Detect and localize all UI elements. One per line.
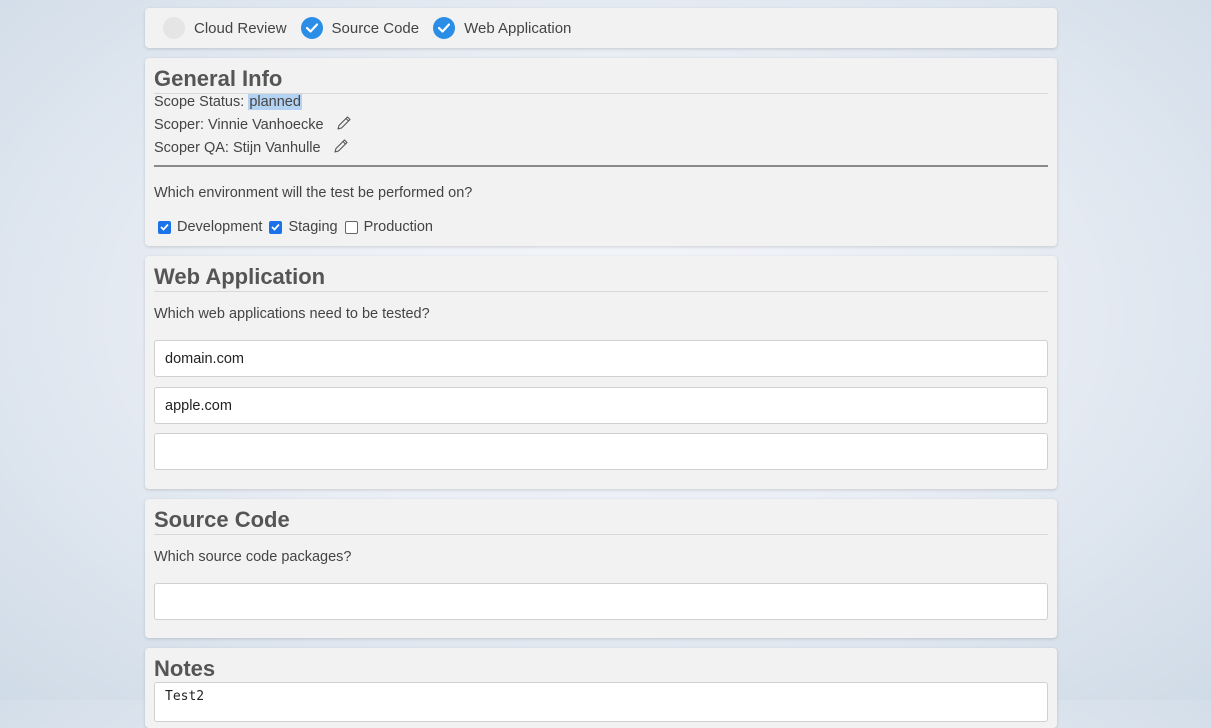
tab-label: Web Application [464,19,572,37]
notes-textarea[interactable]: Test2 [154,682,1048,722]
divider [154,165,1048,167]
tab-label: Source Code [331,19,420,37]
tab-cloud-review[interactable]: Cloud Review [163,17,287,39]
edit-pencil-icon[interactable] [333,138,349,158]
section-title-general-info: General Info [154,66,1048,94]
scope-status-label: Scope Status: [154,94,249,110]
checkbox-unchecked-icon [344,220,358,234]
checkbox-label: Development [177,219,263,235]
web-application-card: Web Application Which web applications n… [145,256,1057,489]
scoper-qa-name: Scoper QA: Stijn Vanhulle [154,139,321,156]
section-title-source-code: Source Code [154,507,1048,535]
scoper-row: Scoper: Vinnie Vanhoecke [154,115,352,135]
webapp-question: Which web applications need to be tested… [154,306,430,322]
tab-web-application[interactable]: Web Application [433,17,571,39]
checkbox-staging[interactable]: Staging [269,219,338,235]
source-package-input[interactable] [154,583,1048,620]
checkbox-checked-icon [269,220,283,234]
check-circle-icon [433,17,456,39]
source-code-card: Source Code Which source code packages? [145,499,1057,638]
scope-status-value: planned [248,94,302,110]
step-tabs: Cloud Review Source Code Web Application [145,8,1057,48]
checkbox-development[interactable]: Development [158,219,262,235]
section-title-notes: Notes [154,656,216,681]
section-title-web-application: Web Application [154,264,1048,292]
scoper-name: Scoper: Vinnie Vanhoecke [154,116,324,133]
environment-question: Which environment will the test be perfo… [154,185,473,201]
webapp-url-input[interactable] [154,340,1048,377]
edit-pencil-icon[interactable] [336,115,352,135]
tab-label: Cloud Review [194,19,287,37]
check-circle-icon [300,17,323,39]
tab-source-code[interactable]: Source Code [300,17,420,39]
checkbox-label: Production [363,219,433,235]
checkbox-checked-icon [158,220,171,234]
webapp-url-input[interactable] [154,433,1048,470]
step-incomplete-icon [163,17,185,39]
checkbox-label: Staging [288,219,338,235]
notes-card: Notes Test2 [145,648,1057,728]
webapp-url-input[interactable] [154,387,1048,424]
scope-status: Scope Status: planned [154,94,302,110]
general-info-card: General Info Scope Status: planned Scope… [145,58,1057,246]
scoper-qa-row: Scoper QA: Stijn Vanhulle [154,138,349,158]
environment-options: Development Staging Production [158,219,440,235]
source-question: Which source code packages? [154,549,352,565]
checkbox-production[interactable]: Production [344,219,433,235]
